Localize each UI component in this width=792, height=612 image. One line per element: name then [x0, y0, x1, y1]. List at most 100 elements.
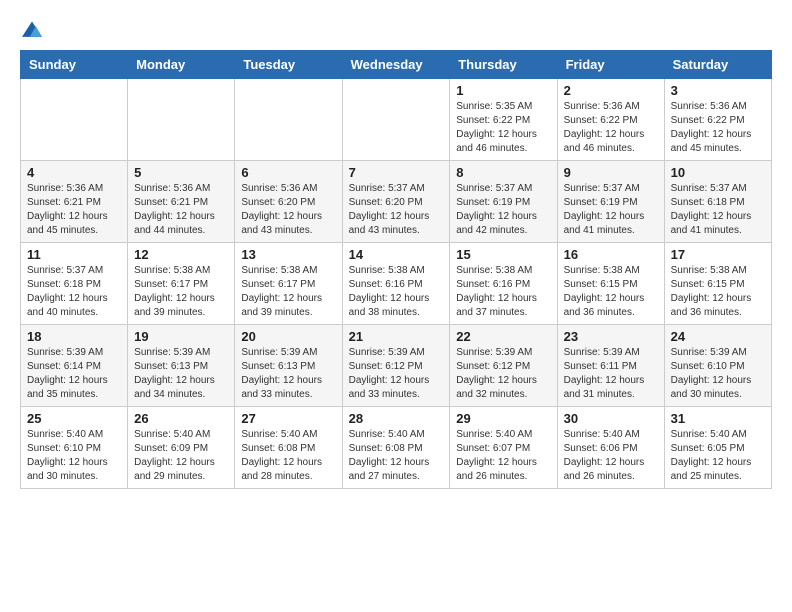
calendar-cell: 22 Sunrise: 5:39 AM Sunset: 6:12 PM Dayli…: [450, 325, 557, 407]
day-info: Sunrise: 5:40 AM Sunset: 6:08 PM Dayligh…: [349, 428, 444, 484]
day-info: Sunrise: 5:38 AM Sunset: 6:16 PM Dayligh…: [456, 264, 550, 320]
day-number: 16: [564, 247, 658, 262]
day-info: Sunrise: 5:38 AM Sunset: 6:17 PM Dayligh…: [134, 264, 228, 320]
calendar-cell: 24 Sunrise: 5:39 AM Sunset: 6:10 PM Dayli…: [664, 325, 771, 407]
weekday-header-sunday: Sunday: [21, 51, 128, 79]
day-info: Sunrise: 5:37 AM Sunset: 6:20 PM Dayligh…: [349, 182, 444, 238]
day-info: Sunrise: 5:40 AM Sunset: 6:07 PM Dayligh…: [456, 428, 550, 484]
calendar-cell: 9Sunrise: 5:37 AM Sunset: 6:19 PM Daylig…: [557, 161, 664, 243]
calendar-cell: 11 Sunrise: 5:37 AM Sunset: 6:18 PM Dayli…: [21, 243, 128, 325]
day-info: Sunrise: 5:38 AM Sunset: 6:16 PM Dayligh…: [349, 264, 444, 320]
page-header: [20, 20, 772, 40]
day-number: 17: [671, 247, 765, 262]
day-number: 2: [564, 83, 658, 98]
day-number: 12: [134, 247, 228, 262]
calendar-cell: 15 Sunrise: 5:38 AM Sunset: 6:16 PM Dayli…: [450, 243, 557, 325]
day-info: Sunrise: 5:36 AM Sunset: 6:21 PM Dayligh…: [134, 182, 228, 238]
day-number: 26: [134, 411, 228, 426]
calendar-week-row: 18Sunrise: 5:39 AM Sunset: 6:14 PM Dayli…: [21, 325, 772, 407]
calendar-cell: [235, 79, 342, 161]
day-number: 6: [241, 165, 335, 180]
weekday-header-wednesday: Wednesday: [342, 51, 450, 79]
day-info: Sunrise: 5:40 AM Sunset: 6:08 PM Dayligh…: [241, 428, 335, 484]
day-number: 27: [241, 411, 335, 426]
calendar-cell: 8 Sunrise: 5:37 AM Sunset: 6:19 PM Daylig…: [450, 161, 557, 243]
day-info: Sunrise: 5:37 AM Sunset: 6:18 PM Dayligh…: [671, 182, 765, 238]
day-number: 25: [27, 411, 121, 426]
calendar-cell: 29 Sunrise: 5:40 AM Sunset: 6:07 PM Dayli…: [450, 407, 557, 489]
day-info: Sunrise: 5:35 AM Sunset: 6:22 PM Dayligh…: [456, 100, 550, 156]
calendar-cell: 21Sunrise: 5:39 AM Sunset: 6:12 PM Dayli…: [342, 325, 450, 407]
day-info: Sunrise: 5:37 AM Sunset: 6:19 PM Dayligh…: [456, 182, 550, 238]
day-number: 20: [241, 329, 335, 344]
calendar: SundayMondayTuesdayWednesdayThursdayFrid…: [20, 50, 772, 489]
calendar-week-row: 11 Sunrise: 5:37 AM Sunset: 6:18 PM Dayli…: [21, 243, 772, 325]
day-info: Sunrise: 5:36 AM Sunset: 6:22 PM Dayligh…: [564, 100, 658, 156]
calendar-cell: [21, 79, 128, 161]
logo-icon: [20, 20, 44, 40]
day-number: 15: [456, 247, 550, 262]
day-number: 23: [564, 329, 658, 344]
calendar-cell: 30 Sunrise: 5:40 AM Sunset: 6:06 PM Dayli…: [557, 407, 664, 489]
day-number: 5: [134, 165, 228, 180]
weekday-header-monday: Monday: [128, 51, 235, 79]
day-info: Sunrise: 5:39 AM Sunset: 6:13 PM Dayligh…: [134, 346, 228, 402]
day-number: 11: [27, 247, 121, 262]
day-number: 22: [456, 329, 550, 344]
calendar-cell: 1 Sunrise: 5:35 AM Sunset: 6:22 PM Daylig…: [450, 79, 557, 161]
calendar-cell: 27 Sunrise: 5:40 AM Sunset: 6:08 PM Dayli…: [235, 407, 342, 489]
calendar-cell: 18Sunrise: 5:39 AM Sunset: 6:14 PM Dayli…: [21, 325, 128, 407]
day-number: 1: [456, 83, 550, 98]
day-number: 8: [456, 165, 550, 180]
day-info: Sunrise: 5:40 AM Sunset: 6:06 PM Dayligh…: [564, 428, 658, 484]
calendar-cell: 3Sunrise: 5:36 AM Sunset: 6:22 PM Daylig…: [664, 79, 771, 161]
calendar-week-row: 25 Sunrise: 5:40 AM Sunset: 6:10 PM Dayli…: [21, 407, 772, 489]
calendar-cell: 12 Sunrise: 5:38 AM Sunset: 6:17 PM Dayli…: [128, 243, 235, 325]
calendar-cell: 13 Sunrise: 5:38 AM Sunset: 6:17 PM Dayli…: [235, 243, 342, 325]
day-number: 4: [27, 165, 121, 180]
day-info: Sunrise: 5:36 AM Sunset: 6:20 PM Dayligh…: [241, 182, 335, 238]
day-info: Sunrise: 5:37 AM Sunset: 6:18 PM Dayligh…: [27, 264, 121, 320]
calendar-cell: 4 Sunrise: 5:36 AM Sunset: 6:21 PM Daylig…: [21, 161, 128, 243]
calendar-cell: 2 Sunrise: 5:36 AM Sunset: 6:22 PM Daylig…: [557, 79, 664, 161]
calendar-cell: 25 Sunrise: 5:40 AM Sunset: 6:10 PM Dayli…: [21, 407, 128, 489]
day-number: 24: [671, 329, 765, 344]
calendar-cell: 5 Sunrise: 5:36 AM Sunset: 6:21 PM Daylig…: [128, 161, 235, 243]
calendar-cell: 20Sunrise: 5:39 AM Sunset: 6:13 PM Dayli…: [235, 325, 342, 407]
weekday-header-friday: Friday: [557, 51, 664, 79]
day-number: 10: [671, 165, 765, 180]
day-number: 9: [564, 165, 658, 180]
day-number: 30: [564, 411, 658, 426]
day-info: Sunrise: 5:39 AM Sunset: 6:12 PM Dayligh…: [349, 346, 444, 402]
day-number: 28: [349, 411, 444, 426]
day-number: 19: [134, 329, 228, 344]
calendar-cell: [128, 79, 235, 161]
calendar-week-row: 4 Sunrise: 5:36 AM Sunset: 6:21 PM Daylig…: [21, 161, 772, 243]
day-info: Sunrise: 5:39 AM Sunset: 6:14 PM Dayligh…: [27, 346, 121, 402]
logo: [20, 20, 48, 40]
day-info: Sunrise: 5:39 AM Sunset: 6:10 PM Dayligh…: [671, 346, 765, 402]
day-info: Sunrise: 5:39 AM Sunset: 6:12 PM Dayligh…: [456, 346, 550, 402]
calendar-cell: [342, 79, 450, 161]
day-info: Sunrise: 5:40 AM Sunset: 6:10 PM Dayligh…: [27, 428, 121, 484]
calendar-cell: 19 Sunrise: 5:39 AM Sunset: 6:13 PM Dayli…: [128, 325, 235, 407]
weekday-header-thursday: Thursday: [450, 51, 557, 79]
day-info: Sunrise: 5:38 AM Sunset: 6:15 PM Dayligh…: [564, 264, 658, 320]
day-number: 13: [241, 247, 335, 262]
calendar-header-row: SundayMondayTuesdayWednesdayThursdayFrid…: [21, 51, 772, 79]
day-number: 7: [349, 165, 444, 180]
calendar-cell: 16 Sunrise: 5:38 AM Sunset: 6:15 PM Dayli…: [557, 243, 664, 325]
weekday-header-saturday: Saturday: [664, 51, 771, 79]
day-number: 29: [456, 411, 550, 426]
day-info: Sunrise: 5:38 AM Sunset: 6:15 PM Dayligh…: [671, 264, 765, 320]
day-number: 3: [671, 83, 765, 98]
day-info: Sunrise: 5:39 AM Sunset: 6:11 PM Dayligh…: [564, 346, 658, 402]
calendar-cell: 7 Sunrise: 5:37 AM Sunset: 6:20 PM Daylig…: [342, 161, 450, 243]
calendar-cell: 17 Sunrise: 5:38 AM Sunset: 6:15 PM Dayli…: [664, 243, 771, 325]
calendar-cell: 23 Sunrise: 5:39 AM Sunset: 6:11 PM Dayli…: [557, 325, 664, 407]
day-info: Sunrise: 5:40 AM Sunset: 6:05 PM Dayligh…: [671, 428, 765, 484]
day-info: Sunrise: 5:38 AM Sunset: 6:17 PM Dayligh…: [241, 264, 335, 320]
day-info: Sunrise: 5:36 AM Sunset: 6:21 PM Dayligh…: [27, 182, 121, 238]
day-number: 31: [671, 411, 765, 426]
calendar-cell: 28 Sunrise: 5:40 AM Sunset: 6:08 PM Dayli…: [342, 407, 450, 489]
